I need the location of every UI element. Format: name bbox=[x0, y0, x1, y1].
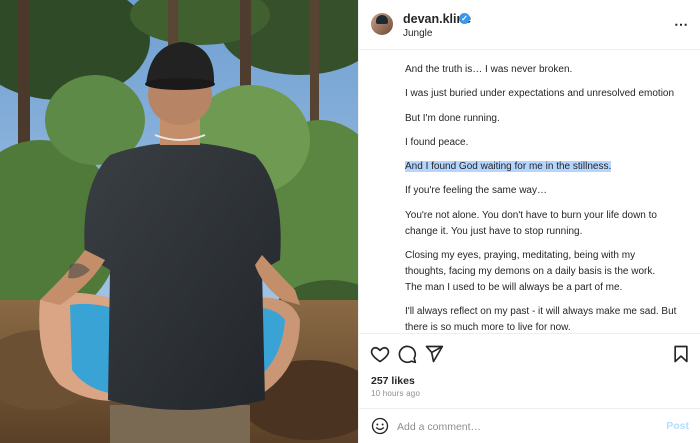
comment-icon[interactable] bbox=[397, 344, 417, 364]
emoji-icon[interactable] bbox=[371, 417, 389, 435]
more-icon[interactable]: ⋯ bbox=[674, 16, 689, 33]
caption-line: And the truth is… I was never broken. bbox=[405, 64, 573, 75]
avatar[interactable] bbox=[371, 13, 393, 35]
comment-input[interactable] bbox=[397, 418, 652, 435]
post-actions: 257 likes 10 hours ago bbox=[359, 333, 700, 411]
post-photo-image bbox=[0, 0, 358, 443]
caption-line: But I'm done running. bbox=[405, 113, 500, 124]
post-header: devan.kline ✓ Jungle ⋯ bbox=[359, 0, 700, 50]
timestamp[interactable]: 10 hours ago bbox=[371, 389, 420, 398]
verified-badge-icon: ✓ bbox=[459, 13, 470, 24]
comment-bar: Post bbox=[359, 408, 700, 443]
post-photo bbox=[0, 0, 358, 443]
like-count[interactable]: 257 likes bbox=[371, 375, 415, 387]
heart-icon[interactable] bbox=[370, 344, 390, 364]
caption-line: If you're feeling the same way… bbox=[405, 185, 547, 196]
caption-line: The man I used to be will always be a pa… bbox=[405, 282, 623, 293]
location-link[interactable]: Jungle bbox=[403, 28, 432, 39]
caption-line: Closing my eyes, praying, meditating, be… bbox=[405, 250, 656, 277]
caption-line: I'll always reflect on my past - it will… bbox=[405, 306, 677, 333]
caption-line: You're not alone. You don't have to burn… bbox=[405, 210, 657, 237]
caption-line: I was just buried under expectations and… bbox=[405, 88, 675, 99]
post-comment-button[interactable]: Post bbox=[666, 420, 689, 432]
caption-line-highlighted: And I found God waiting for me in the st… bbox=[405, 161, 612, 172]
post-caption: And the truth is… I was never broken. I … bbox=[359, 50, 700, 333]
caption-line: I found peace. bbox=[405, 137, 469, 148]
post-panel: devan.kline ✓ Jungle ⋯ And the truth is…… bbox=[358, 0, 700, 443]
bookmark-icon[interactable] bbox=[671, 344, 691, 364]
share-icon[interactable] bbox=[424, 344, 444, 364]
